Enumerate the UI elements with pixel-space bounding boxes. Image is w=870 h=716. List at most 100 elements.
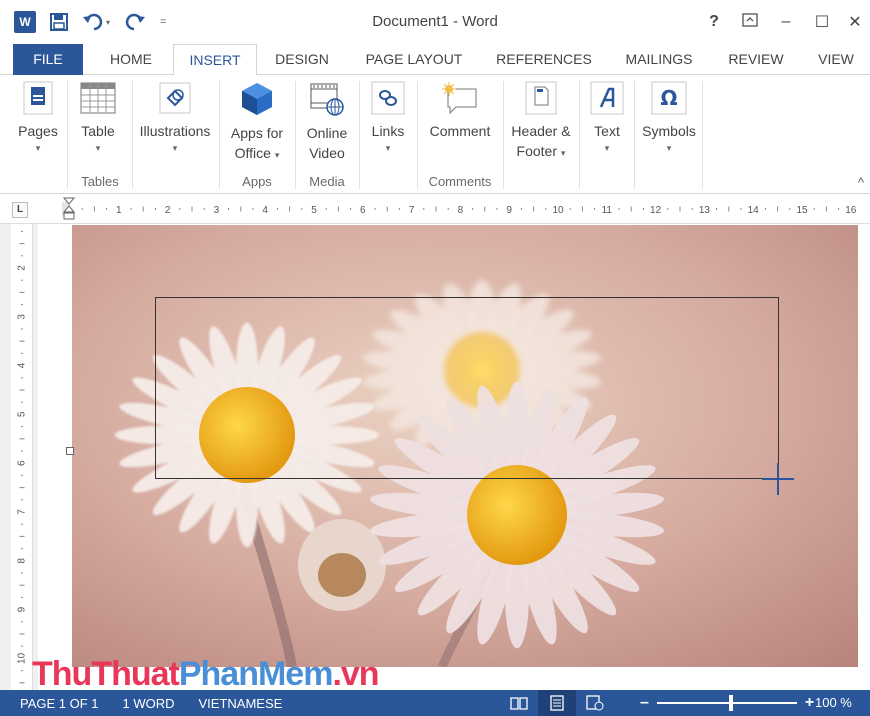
tab-review[interactable]: REVIEW: [718, 44, 794, 75]
vertical-ruler[interactable]: 2 3 4 5 6 7 8 9 10: [11, 224, 33, 690]
ruler-number: 14: [748, 205, 760, 216]
online-video-icon: [310, 83, 344, 116]
ribbon-insert: Pages ▾ Table ▾ Tables Illustrations ▾ A…: [0, 75, 870, 194]
collapse-ribbon-icon[interactable]: ^: [858, 175, 864, 190]
text-button[interactable]: Text ▾: [583, 81, 631, 155]
language-indicator[interactable]: VIETNAMESE: [199, 696, 283, 711]
ruler-number: 15: [796, 205, 808, 216]
online-video-button[interactable]: Online Video: [297, 81, 357, 163]
watermark-part-1: ThuThuat: [32, 655, 180, 693]
tab-selector[interactable]: L: [12, 202, 28, 218]
group-label-apps: Apps: [242, 174, 272, 189]
table-button[interactable]: Table ▾: [74, 81, 122, 155]
undo-icon[interactable]: ▾: [82, 13, 110, 31]
apps-for-office-label-2-text: Office: [234, 145, 271, 161]
page-count[interactable]: PAGE 1 OF 1: [20, 696, 99, 711]
word-logo-letter: W: [19, 15, 31, 29]
undo-dropdown-icon[interactable]: ▾: [106, 18, 110, 27]
tab-home[interactable]: HOME: [96, 44, 166, 75]
tab-insert[interactable]: INSERT: [173, 44, 257, 76]
zoom-in-button[interactable]: +: [805, 694, 814, 712]
word-window: W ▾ = Document1 - Word ? – ☐ ✕ FILE HOME…: [0, 0, 870, 716]
redo-icon[interactable]: [124, 13, 146, 31]
pages-label: Pages: [18, 123, 58, 139]
header-footer-button[interactable]: Header & Footer ▾: [505, 81, 577, 161]
illustrations-button[interactable]: Illustrations ▾: [134, 81, 216, 155]
ruler-number: 7: [409, 205, 415, 216]
text-dropdown-icon: ▾: [604, 143, 610, 153]
minimize-button[interactable]: –: [768, 13, 804, 31]
ruler-number: 10: [552, 205, 564, 216]
word-logo-icon[interactable]: W: [14, 11, 39, 33]
zoom-level[interactable]: 100 %: [815, 695, 852, 710]
text-box-icon: [590, 81, 624, 115]
ruler-number: 13: [699, 205, 711, 216]
ruler-ticks: 1 2 3 4 5 6 7 8 9 10 11 12 13 14 15 16: [81, 205, 857, 216]
links-button[interactable]: Links ▾: [362, 81, 414, 155]
omega-icon: Ω: [651, 81, 687, 115]
illustrations-icon: [159, 82, 191, 114]
ruler-number: 8: [458, 205, 464, 216]
group-separator: [702, 81, 703, 189]
zoom-slider[interactable]: [656, 695, 797, 711]
close-button[interactable]: ✕: [840, 12, 870, 32]
apps-for-office-button[interactable]: Apps for Office ▾: [222, 81, 292, 163]
crosshair-cursor-icon: [762, 463, 794, 495]
save-icon[interactable]: [50, 13, 68, 31]
word-count[interactable]: 1 WORD: [123, 696, 175, 711]
tab-view[interactable]: VIEW: [806, 44, 866, 75]
symbols-button[interactable]: Ω Symbols ▾: [638, 81, 700, 155]
links-dropdown-icon: ▾: [385, 143, 391, 153]
indent-marker-icon[interactable]: [63, 197, 75, 221]
daisy-flowers-image[interactable]: [72, 225, 858, 667]
apps-for-office-label-1: Apps for: [230, 125, 284, 141]
status-bar: PAGE 1 OF 1 1 WORD VIETNAMESE – + 100 %: [0, 690, 870, 716]
comment-icon: [442, 82, 477, 115]
ruler-number: 12: [650, 205, 662, 216]
ruler-number: 1: [116, 205, 122, 216]
tab-page-layout[interactable]: PAGE LAYOUT: [352, 44, 476, 75]
ribbon-display-icon[interactable]: [732, 12, 768, 32]
ruler-number: 5: [311, 205, 317, 216]
print-layout-icon[interactable]: [538, 690, 576, 716]
pages-dropdown-icon: ▾: [35, 143, 41, 153]
vruler-number: 8: [17, 558, 28, 564]
web-layout-icon[interactable]: [576, 690, 614, 716]
tab-design[interactable]: DESIGN: [264, 44, 340, 75]
tab-mailings[interactable]: MAILINGS: [612, 44, 706, 75]
group-separator: [67, 81, 68, 189]
tab-file[interactable]: FILE: [13, 44, 83, 75]
vertical-ruler-ticks: 2 3 4 5 6 7 8 9 10: [17, 230, 28, 684]
pages-button[interactable]: Pages ▾: [14, 81, 62, 155]
table-icon: [80, 82, 116, 114]
vruler-number: 6: [17, 460, 28, 466]
watermark-logo: ThuThuatPhanMem.vn: [32, 655, 380, 694]
illustrations-dropdown-icon: ▾: [172, 143, 178, 153]
online-video-label-1: Online: [306, 125, 348, 141]
ruler-number: 9: [506, 205, 512, 216]
image-resize-handle[interactable]: [66, 447, 74, 455]
customize-icon[interactable]: =: [160, 16, 166, 28]
vruler-number: 2: [17, 265, 28, 271]
help-button[interactable]: ?: [696, 13, 732, 31]
read-mode-icon[interactable]: [500, 690, 538, 716]
zoom-slider-thumb[interactable]: [728, 695, 733, 711]
online-video-label-2: Video: [309, 145, 345, 161]
comment-button[interactable]: Comment: [420, 81, 500, 141]
horizontal-ruler[interactable]: 1 2 3 4 5 6 7 8 9 10 11 12 13 14 15 16: [62, 202, 858, 216]
ruler-number: 2: [165, 205, 171, 216]
group-separator: [219, 81, 220, 189]
watermark-part-3: .vn: [332, 655, 379, 693]
tab-references[interactable]: REFERENCES: [488, 44, 600, 75]
maximize-button[interactable]: ☐: [804, 12, 840, 32]
table-label: Table: [81, 123, 115, 139]
ribbon-tabs: FILE HOME INSERT DESIGN PAGE LAYOUT REFE…: [0, 44, 870, 76]
document-page[interactable]: [38, 224, 870, 690]
vruler-number: 9: [17, 606, 28, 612]
vruler-number: 4: [17, 362, 28, 368]
ruler-number: 11: [602, 205, 613, 216]
text-label: Text: [594, 123, 620, 139]
zoom-out-button[interactable]: –: [640, 694, 649, 712]
document-area: 2 3 4 5 6 7 8 9 10: [0, 224, 870, 690]
horizontal-ruler-bar: L 1 2 3 4 5 6 7 8 9 10 11 12 13 14 15 16: [0, 194, 870, 224]
